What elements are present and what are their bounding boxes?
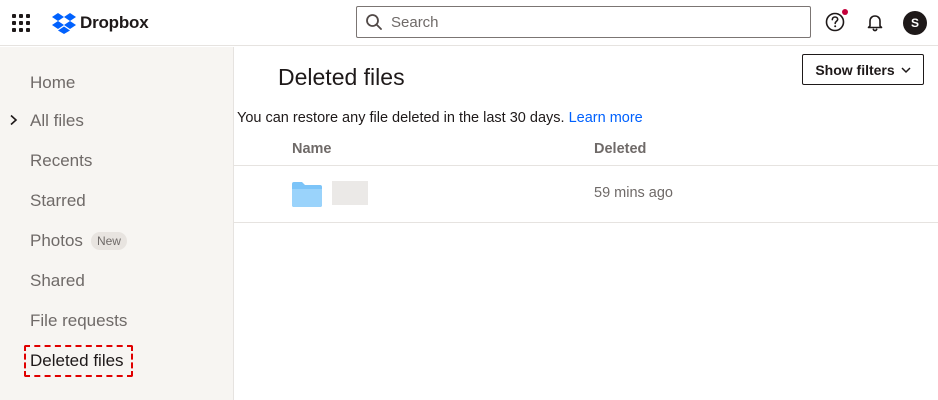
chevron-down-icon: [901, 66, 911, 73]
search-icon: [366, 14, 382, 30]
sidebar-item-file-requests[interactable]: File requests: [30, 309, 127, 333]
dropbox-logo[interactable]: Dropbox: [52, 11, 149, 35]
sidebar-item-starred[interactable]: Starred: [30, 189, 86, 213]
sidebar-item-deleted-files[interactable]: Deleted files: [30, 349, 124, 373]
apps-grid-icon[interactable]: [12, 14, 30, 32]
help-button[interactable]: [824, 9, 848, 33]
sidebar-item-label: Deleted files: [30, 351, 124, 370]
sidebar-item-label: Home: [30, 73, 76, 92]
dropbox-icon: [52, 13, 76, 34]
new-badge: New: [90, 232, 127, 250]
file-deleted-time: 59 mins ago: [594, 185, 673, 201]
search-input[interactable]: [391, 13, 801, 31]
sidebar-item-all-files[interactable]: All files: [10, 109, 84, 133]
restore-info: You can restore any file deleted in the …: [237, 110, 643, 126]
learn-more-link[interactable]: Learn more: [569, 110, 643, 126]
top-bar: Dropbox S: [0, 0, 938, 46]
bell-icon: [867, 15, 883, 32]
restore-info-text: You can restore any file deleted in the …: [237, 110, 565, 126]
sidebar-item-photos[interactable]: Photos New: [30, 229, 127, 253]
sidebar-item-recents[interactable]: Recents: [30, 149, 92, 173]
file-name: [332, 181, 368, 205]
sidebar-item-label: Photos: [30, 231, 83, 250]
sidebar-item-label: All files: [30, 111, 84, 130]
chevron-right-icon[interactable]: [8, 114, 20, 126]
sidebar: Home All files Recents Starred Photos Ne…: [0, 47, 234, 400]
sidebar-item-home[interactable]: Home: [30, 71, 75, 95]
page-title: Deleted files: [278, 64, 405, 90]
app-name: Dropbox: [80, 13, 149, 32]
column-header-deleted[interactable]: Deleted: [594, 141, 646, 157]
folder-icon: [292, 182, 322, 207]
notification-dot: [842, 9, 848, 15]
sidebar-item-label: Starred: [30, 191, 86, 210]
sidebar-item-label: Recents: [30, 151, 93, 170]
notifications-button[interactable]: [864, 11, 886, 33]
table-row[interactable]: 59 mins ago: [234, 167, 938, 223]
show-filters-button[interactable]: Show filters: [802, 54, 924, 85]
column-header-name[interactable]: Name: [292, 141, 332, 157]
avatar[interactable]: S: [903, 11, 927, 35]
table-header: Name Deleted: [234, 132, 938, 166]
sidebar-item-label: File requests: [30, 311, 128, 330]
main-content: Deleted files Show filters You can resto…: [234, 47, 938, 400]
sidebar-item-label: Shared: [30, 271, 85, 290]
show-filters-label: Show filters: [815, 61, 895, 78]
search-bar[interactable]: [356, 6, 811, 38]
sidebar-item-shared[interactable]: Shared: [30, 269, 85, 293]
